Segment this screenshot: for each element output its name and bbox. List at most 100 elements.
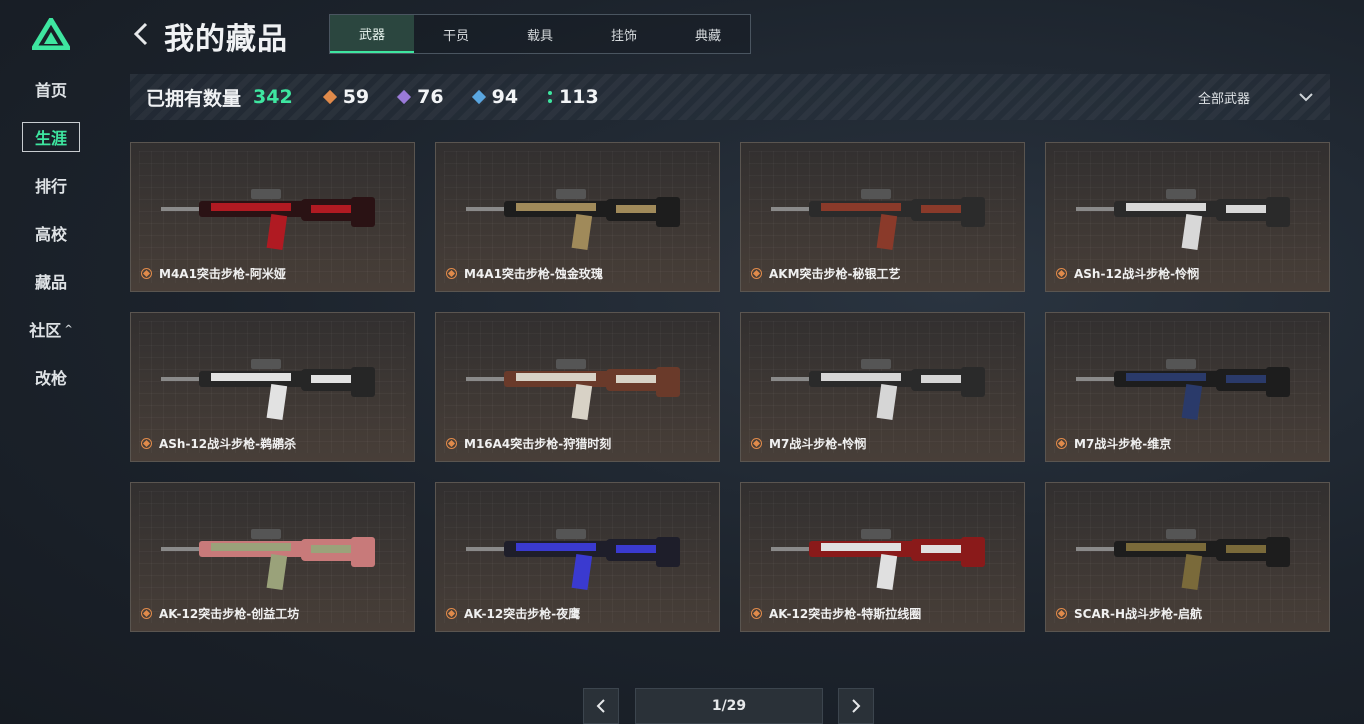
chevron-up-icon: ^ <box>64 323 73 335</box>
chevron-right-icon <box>852 699 861 713</box>
rarity-icon <box>1056 608 1067 619</box>
item-name-row: M4A1突击步枪-阿米娅 <box>141 265 286 282</box>
purple-diamond-icon <box>397 89 412 105</box>
sidebar-item-label: 改枪 <box>34 369 67 388</box>
back-button[interactable] <box>130 18 154 50</box>
rarity-icon <box>446 608 457 619</box>
item-card[interactable]: ASh-12战斗步枪-怜悯 <box>1045 142 1330 292</box>
item-card[interactable]: ASh-12战斗步枪-鹈鹕杀 <box>130 312 415 462</box>
page-indicator: 1/29 <box>635 688 823 724</box>
item-name: M7战斗步枪-怜悯 <box>769 437 867 451</box>
rarity-icon <box>141 268 152 279</box>
sidebar-item-label: 高校 <box>34 225 67 244</box>
weapon-image <box>466 359 680 420</box>
sidebar-item-label: 社区 <box>29 321 62 340</box>
item-name-row: AK-12突击步枪-创益工坊 <box>141 605 299 622</box>
item-name: ASh-12战斗步枪-怜悯 <box>1074 267 1200 281</box>
item-name-row: SCAR-H战斗步枪-启航 <box>1056 605 1202 622</box>
rarity-icon <box>446 268 457 279</box>
sidebar-item-college[interactable]: 高校 <box>22 218 80 248</box>
app-logo[interactable] <box>29 15 73 51</box>
filter-label: 全部武器 <box>1197 91 1250 107</box>
weapon-image <box>1076 359 1290 420</box>
blue-diamond-icon <box>471 89 486 105</box>
sidebar-item-label: 生涯 <box>34 129 67 148</box>
item-card[interactable]: SCAR-H战斗步枪-启航 <box>1045 482 1330 632</box>
rarity-count-orange: 59 <box>322 86 370 108</box>
sidebar-item-ranking[interactable]: 排行 <box>22 170 80 200</box>
owned-count: 342 <box>253 86 293 108</box>
rarity-icon <box>1056 268 1067 279</box>
tab-charms[interactable]: 挂饰 <box>582 15 666 53</box>
weapon-image <box>771 359 985 420</box>
sidebar-item-collection[interactable]: 藏品 <box>22 266 80 296</box>
rarity-icon <box>141 438 152 449</box>
chevron-down-icon <box>1299 93 1313 102</box>
next-page-button[interactable] <box>838 688 874 724</box>
item-name: AKM突击步枪-秘银工艺 <box>769 267 901 281</box>
page-title: 我的藏品 <box>164 22 288 57</box>
item-name: M16A4突击步枪-狩猎时刻 <box>464 437 612 451</box>
item-card[interactable]: AK-12突击步枪-夜鹰 <box>435 482 720 632</box>
item-name: M7战斗步枪-维京 <box>1074 437 1172 451</box>
logo-icon <box>29 15 73 51</box>
item-name-row: AKM突击步枪-秘银工艺 <box>751 265 901 282</box>
item-card[interactable]: M4A1突击步枪-阿米娅 <box>130 142 415 292</box>
item-card[interactable]: AKM突击步枪-秘银工艺 <box>740 142 1025 292</box>
item-name: SCAR-H战斗步枪-启航 <box>1074 607 1202 621</box>
item-name-row: M4A1突击步枪-蚀金玫瑰 <box>446 265 603 282</box>
sidebar-item-label: 藏品 <box>34 273 67 292</box>
item-name-row: AK-12突击步枪-特斯拉线圈 <box>751 605 921 622</box>
rarity-count-purple: 76 <box>397 86 444 108</box>
rarity-count-value: 94 <box>491 86 519 108</box>
rarity-icon <box>751 268 762 279</box>
item-name: AK-12突击步枪-创益工坊 <box>159 607 300 621</box>
item-name-row: M7战斗步枪-怜悯 <box>751 435 866 452</box>
item-name-row: M16A4突击步枪-狩猎时刻 <box>446 435 611 452</box>
rarity-icon <box>141 608 152 619</box>
prev-page-button[interactable] <box>583 688 619 724</box>
item-card[interactable]: M7战斗步枪-维京 <box>1045 312 1330 462</box>
item-name: AK-12突击步枪-夜鹰 <box>464 607 581 621</box>
rarity-icon <box>751 608 762 619</box>
weapon-filter-dropdown[interactable]: 全部武器 <box>1198 74 1314 120</box>
rarity-count-green: 113 <box>548 86 599 108</box>
tab-vehicles[interactable]: 载具 <box>498 15 582 53</box>
item-name: M4A1突击步枪-阿米娅 <box>159 267 286 281</box>
rarity-count-blue: 94 <box>471 86 519 108</box>
sidebar-item-community[interactable]: 社区 ^ <box>22 314 80 344</box>
rarity-icon <box>446 438 457 449</box>
item-name-row: ASh-12战斗步枪-怜悯 <box>1056 265 1199 282</box>
item-card[interactable]: AK-12突击步枪-创益工坊 <box>130 482 415 632</box>
weapon-image <box>161 529 375 590</box>
sidebar-item-gunsmith[interactable]: 改枪 <box>22 362 80 392</box>
item-card[interactable]: AK-12突击步枪-特斯拉线圈 <box>740 482 1025 632</box>
tab-archive[interactable]: 典藏 <box>666 15 750 53</box>
weapon-image <box>466 189 680 250</box>
weapon-image <box>1076 189 1290 250</box>
item-name: AK-12突击步枪-特斯拉线圈 <box>769 607 922 621</box>
sidebar-item-home[interactable]: 首页 <box>22 74 80 104</box>
tab-weapons[interactable]: 武器 <box>330 15 414 53</box>
item-name: M4A1突击步枪-蚀金玫瑰 <box>464 267 603 281</box>
rarity-count-value: 113 <box>559 86 599 108</box>
weapon-image <box>161 189 375 250</box>
weapon-image <box>466 529 680 590</box>
item-name: ASh-12战斗步枪-鹈鹕杀 <box>159 437 297 451</box>
owned-label: 已拥有数量 <box>146 87 242 110</box>
rarity-icon <box>751 438 762 449</box>
rarity-count-value: 59 <box>342 86 370 108</box>
sidebar-item-career[interactable]: 生涯 <box>22 122 80 152</box>
stats-bar: 已拥有数量 342 59 76 94 113 全部武器 <box>130 74 1330 120</box>
sidebar-item-label: 排行 <box>34 177 67 196</box>
item-name-row: M7战斗步枪-维京 <box>1056 435 1171 452</box>
green-dots-icon <box>548 91 553 103</box>
item-card[interactable]: M7战斗步枪-怜悯 <box>740 312 1025 462</box>
rarity-icon <box>1056 438 1067 449</box>
item-card[interactable]: M4A1突击步枪-蚀金玫瑰 <box>435 142 720 292</box>
item-card[interactable]: M16A4突击步枪-狩猎时刻 <box>435 312 720 462</box>
chevron-left-icon <box>133 22 148 46</box>
rarity-count-value: 76 <box>417 86 444 108</box>
tab-operators[interactable]: 干员 <box>414 15 498 53</box>
category-tabs: 武器 干员 载具 挂饰 典藏 <box>329 14 751 54</box>
